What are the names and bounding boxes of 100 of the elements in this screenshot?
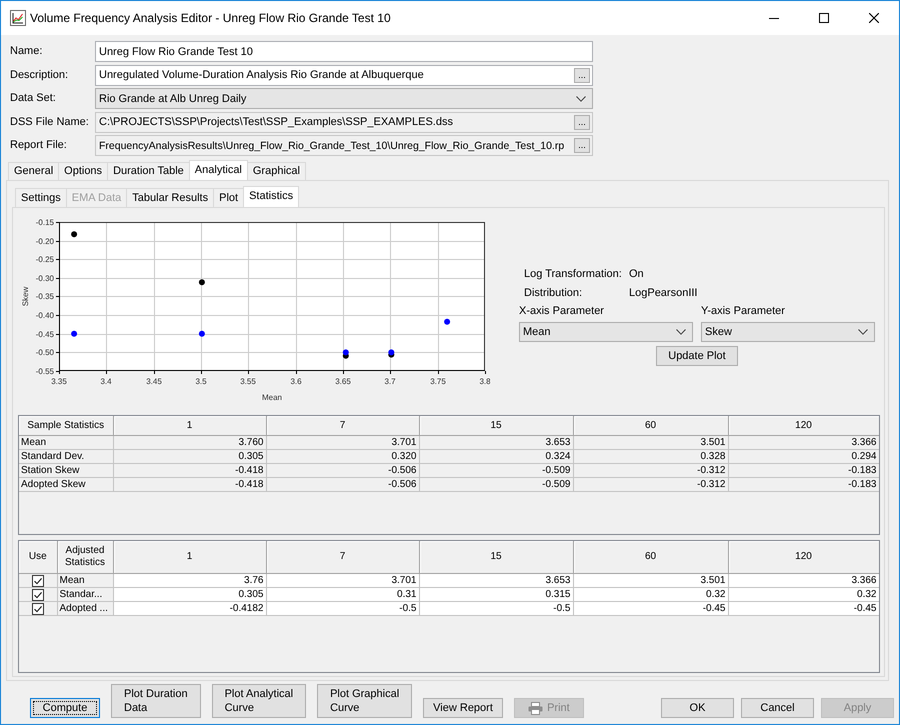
button[interactable]: Compute (30, 698, 100, 718)
tick-label: 3.65 (335, 377, 351, 386)
maximize-icon[interactable] (819, 13, 829, 23)
table-cell: 0.324 (419, 450, 573, 464)
column-header: 7 (266, 416, 419, 436)
table-cell[interactable]: 0.32 (573, 588, 728, 602)
update-plot-button[interactable]: Update Plot (656, 346, 738, 366)
table-cell: 3.501 (573, 436, 728, 450)
plot-button[interactable]: Plot Graphical Curve (317, 684, 412, 718)
tick-label: 3.7 (384, 377, 396, 386)
tab[interactable]: General (8, 162, 60, 180)
checkbox[interactable] (32, 588, 44, 600)
table-cell[interactable]: 0.32 (728, 588, 879, 602)
tab[interactable]: Settings (15, 188, 67, 207)
browse-button[interactable]: ... (574, 68, 590, 82)
text-field[interactable]: Unregulated Volume-Duration Analysis Rio Grande at Albuquerque ... (95, 64, 593, 86)
field-label: Data Set: (10, 91, 56, 106)
chevron-down-icon (676, 329, 686, 335)
button[interactable]: Cancel (741, 698, 814, 718)
table-cell: 3.701 (266, 436, 419, 450)
table-cell[interactable]: -0.45 (728, 602, 879, 616)
table-cell: 0.294 (728, 450, 879, 464)
table-cell: -0.418 (113, 478, 266, 492)
tick-label: -0.40 (36, 311, 54, 320)
axis-title: Mean (262, 393, 282, 402)
tick-label: 3.4 (100, 377, 112, 386)
column-header: 120 (728, 541, 879, 574)
table-cell: 3.760 (113, 436, 266, 450)
table-cell: -0.312 (573, 478, 728, 492)
field-label: Report File: (10, 138, 67, 153)
button[interactable]: OK (661, 698, 734, 718)
field-label: Name: (10, 44, 42, 59)
table-cell[interactable]: -0.45 (573, 602, 728, 616)
field-label: Y-axis Parameter (701, 304, 785, 318)
table-cell: 0.320 (266, 450, 419, 464)
checkbox[interactable] (32, 602, 44, 614)
table-cell: -0.183 (728, 464, 879, 478)
info-label: Distribution: (524, 286, 582, 300)
text-field[interactable]: FrequencyAnalysisResults\Unreg_Flow_Rio_Grande_Test_10\Unreg_Flow_Rio_Grande_Test_10.rp ... (95, 135, 593, 156)
tick-label: 3.8 (479, 377, 490, 386)
tick-label: -0.20 (36, 237, 54, 246)
text-field[interactable]: C:\PROJECTS\SSP\Projects\Test\SSP_Examples\SSP_EXAMPLES.dss ... (95, 112, 593, 132)
checkbox[interactable] (32, 574, 44, 586)
table-cell[interactable]: 3.653 (419, 574, 573, 588)
column-header: 120 (728, 416, 879, 436)
table-cell: -0.312 (573, 464, 728, 478)
row-header: Adopted Skew (19, 478, 113, 492)
tab[interactable]: Statistics (243, 186, 300, 207)
tick-label: -0.15 (36, 218, 54, 227)
tick-label: 3.6 (290, 377, 302, 386)
column-header: 60 (573, 541, 728, 574)
tab[interactable]: Analytical (188, 160, 248, 180)
tick-label: 3.35 (51, 377, 67, 386)
table-cell[interactable]: 0.31 (266, 588, 419, 602)
column-header: 15 (419, 416, 573, 436)
dropdown[interactable]: Mean (519, 322, 693, 342)
tick-label: -0.25 (36, 255, 54, 264)
table-cell[interactable]: 3.501 (573, 574, 728, 588)
table-cell[interactable]: 3.366 (728, 574, 879, 588)
plot-button[interactable]: Plot Analytical Curve (212, 684, 306, 718)
info-label: Log Transformation: (524, 267, 622, 281)
row-header: Station Skew (19, 464, 113, 478)
tick-label: 3.75 (430, 377, 446, 386)
table-cell[interactable]: 0.315 (419, 588, 573, 602)
close-icon[interactable] (869, 13, 879, 23)
axis-title: Skew (21, 286, 30, 306)
info-value: LogPearsonIII (629, 286, 698, 300)
field-label: DSS File Name: (10, 114, 89, 130)
table-cell: 0.305 (113, 450, 266, 464)
dropdown[interactable]: Skew (701, 322, 875, 342)
text-field[interactable]: Unreg Flow Rio Grande Test 10 (95, 41, 593, 62)
tick-label: 3.45 (146, 377, 162, 386)
button[interactable]: View Report (423, 698, 503, 718)
tick-label: 3.55 (240, 377, 256, 386)
browse-button[interactable]: ... (574, 138, 590, 153)
table-cell[interactable]: 3.701 (266, 574, 419, 588)
table-cell[interactable]: -0.4182 (113, 602, 266, 616)
plot-button[interactable]: Plot Duration Data (111, 684, 201, 718)
table-cell[interactable]: 3.76 (113, 574, 266, 588)
table-cell: 3.653 (419, 436, 573, 450)
column-header: Adjusted Statistics (57, 541, 113, 574)
dropdown[interactable]: Rio Grande at Alb Unreg Daily (95, 88, 593, 109)
row-header: Standard Dev. (19, 450, 113, 464)
table-cell[interactable]: -0.5 (419, 602, 573, 616)
info-value: On (629, 267, 644, 281)
chevron-down-icon (576, 96, 586, 102)
tab[interactable]: Graphical (246, 162, 306, 180)
column-header: 7 (266, 541, 419, 574)
tick-label: 3.5 (195, 377, 207, 386)
table-cell: -0.183 (728, 478, 879, 492)
chevron-down-icon (858, 329, 868, 335)
table-cell[interactable]: 0.305 (113, 588, 266, 602)
chart-icon (10, 10, 26, 26)
tick-label: -0.35 (36, 292, 54, 301)
table-cell[interactable]: -0.5 (266, 602, 419, 616)
row-header: Mean (57, 574, 113, 588)
column-header: Use (19, 541, 57, 574)
browse-button[interactable]: ... (574, 114, 590, 130)
table-cell: -0.418 (113, 464, 266, 478)
column-header: 1 (113, 541, 266, 574)
